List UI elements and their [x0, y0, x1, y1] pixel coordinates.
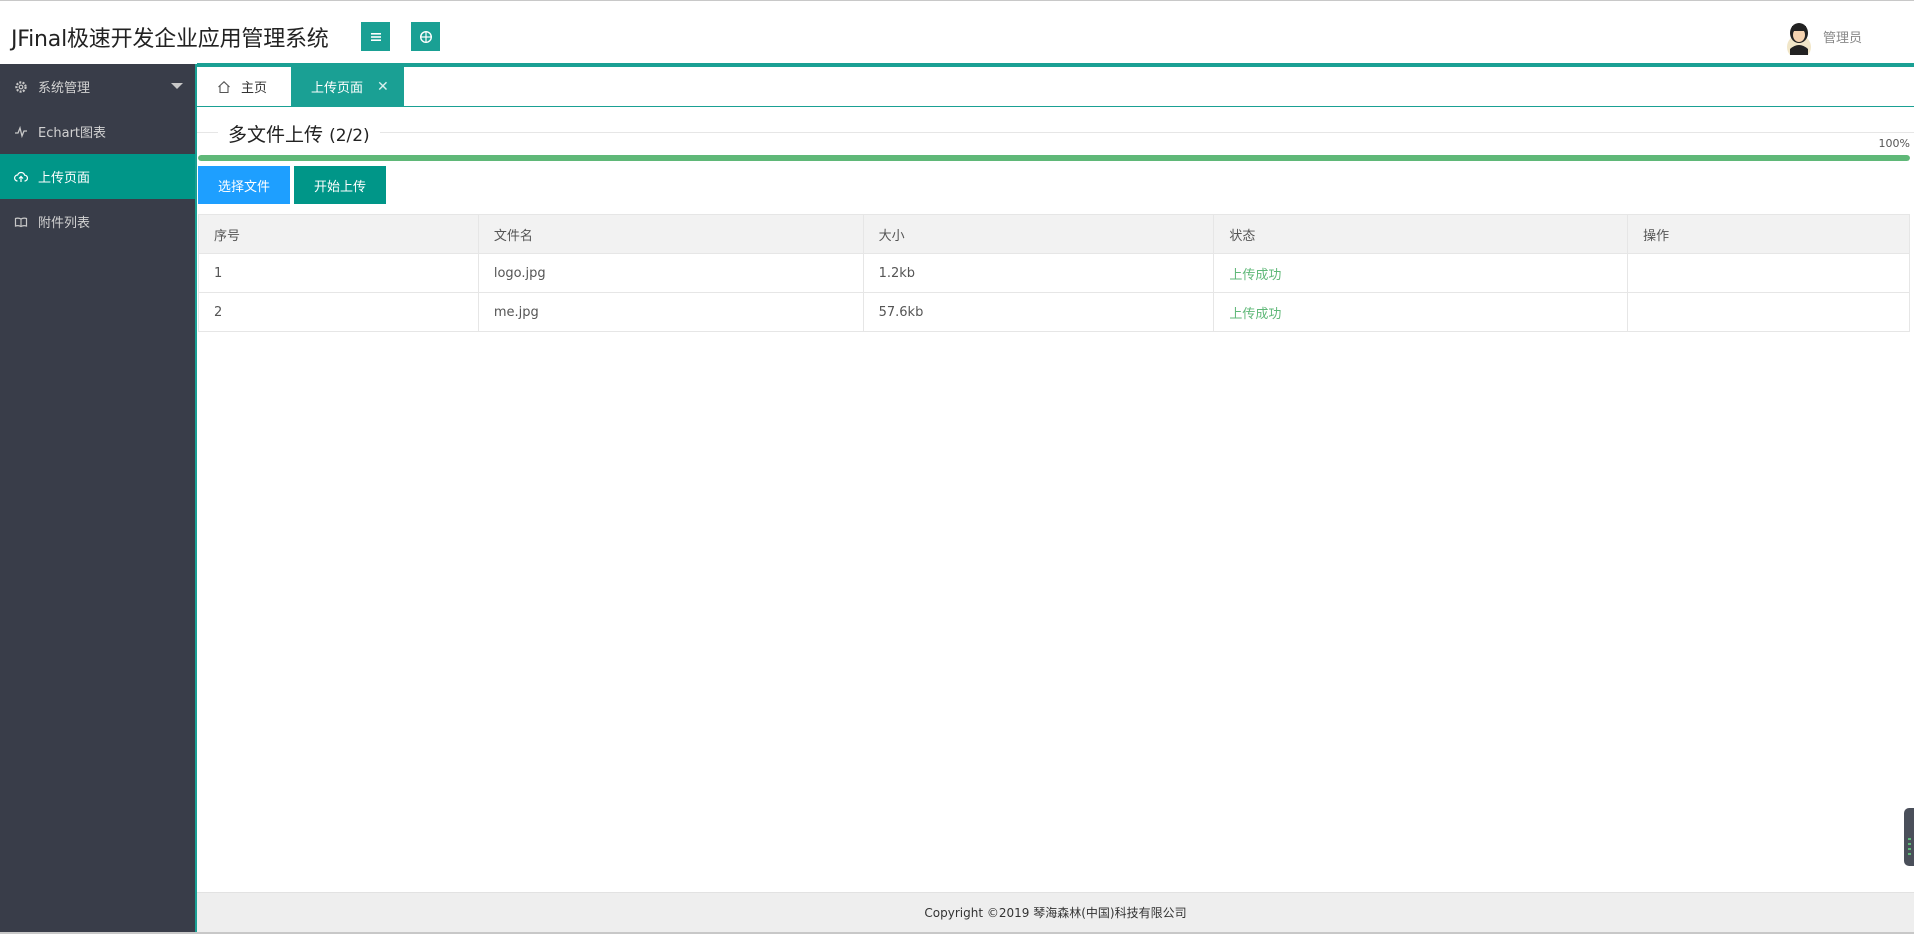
- progress-bar: [198, 155, 1910, 161]
- column-header: 文件名: [477, 214, 864, 254]
- column-header: 序号: [198, 214, 479, 254]
- cell-size: 57.6kb: [862, 292, 1215, 332]
- avatar[interactable]: [1782, 17, 1816, 55]
- sidebar-item-attachments[interactable]: 附件列表: [0, 199, 195, 244]
- select-files-button[interactable]: 选择文件: [198, 166, 290, 204]
- sidebar-item-label: 附件列表: [38, 216, 91, 231]
- user-name[interactable]: 管理员: [1823, 27, 1862, 46]
- cell-file-name: me.jpg: [477, 292, 864, 332]
- cell-index: 2: [198, 292, 479, 332]
- file-table: 序号 文件名 大小 状态 操作 1 logo.jpg 1.2kb 上传成功 2 …: [198, 214, 1910, 332]
- top-header: JFinal极速开发企业应用管理系统 管理员: [0, 0, 1914, 64]
- book-icon: [14, 215, 28, 229]
- cell-file-name: logo.jpg: [477, 253, 864, 293]
- menu-icon: [370, 32, 381, 41]
- progress-percent: 100%: [1878, 137, 1910, 150]
- tab-label: 上传页面: [311, 81, 364, 96]
- column-header: 大小: [862, 214, 1215, 254]
- gear-icon: [14, 80, 28, 94]
- sidebar-item-label: Echart图表: [38, 126, 107, 141]
- cell-index: 1: [198, 253, 479, 293]
- sidebar-item-label: 上传页面: [38, 171, 91, 186]
- copyright-text: Copyright ©2019 琴海森林(中国)科技有限公司: [924, 906, 1187, 920]
- upload-count: (2/2): [329, 126, 370, 146]
- tab-bar: 主页 上传页面 ✕: [197, 67, 1914, 107]
- sidebar-edge: [195, 64, 197, 934]
- table-header-row: 序号 文件名 大小 状态 操作: [198, 214, 1910, 254]
- start-upload-button[interactable]: 开始上传: [294, 166, 386, 204]
- footer: Copyright ©2019 琴海森林(中国)科技有限公司: [197, 892, 1914, 932]
- sidebar-item-upload[interactable]: 上传页面: [0, 154, 195, 199]
- chevron-down-icon: [171, 83, 183, 89]
- section-divider: [197, 132, 1914, 133]
- section-title: 多文件上传 (2/2): [218, 120, 380, 147]
- cell-status: 上传成功: [1213, 253, 1629, 293]
- globe-button[interactable]: [411, 22, 440, 51]
- pulse-icon: [14, 125, 28, 139]
- table-row: 2 me.jpg 57.6kb 上传成功: [198, 292, 1910, 332]
- app-title: JFinal极速开发企业应用管理系统: [11, 27, 329, 52]
- sidebar-item-echart[interactable]: Echart图表: [0, 109, 195, 154]
- tab-home[interactable]: 主页: [197, 67, 291, 106]
- cell-action: [1627, 292, 1910, 332]
- home-icon: [217, 80, 231, 94]
- section-title-text: 多文件上传: [228, 124, 324, 146]
- cloud-upload-icon: [14, 170, 28, 184]
- tab-label: 主页: [241, 81, 268, 96]
- column-header: 状态: [1213, 214, 1629, 254]
- cell-action: [1627, 253, 1910, 293]
- column-header: 操作: [1627, 214, 1910, 254]
- menu-toggle-button[interactable]: [361, 22, 390, 51]
- cell-status: 上传成功: [1213, 292, 1629, 332]
- progress-fill: [198, 155, 1910, 161]
- tab-upload[interactable]: 上传页面 ✕: [291, 67, 404, 106]
- globe-icon: [419, 30, 432, 43]
- close-icon[interactable]: ✕: [377, 79, 389, 95]
- table-row: 1 logo.jpg 1.2kb 上传成功: [198, 253, 1910, 293]
- sidebar: 系统管理 Echart图表 上传页面 附件列表: [0, 64, 195, 934]
- sidebar-item-system-management[interactable]: 系统管理: [0, 64, 195, 109]
- sidebar-item-label: 系统管理: [38, 81, 91, 96]
- cell-size: 1.2kb: [862, 253, 1215, 293]
- floating-side-widget[interactable]: [1904, 808, 1914, 866]
